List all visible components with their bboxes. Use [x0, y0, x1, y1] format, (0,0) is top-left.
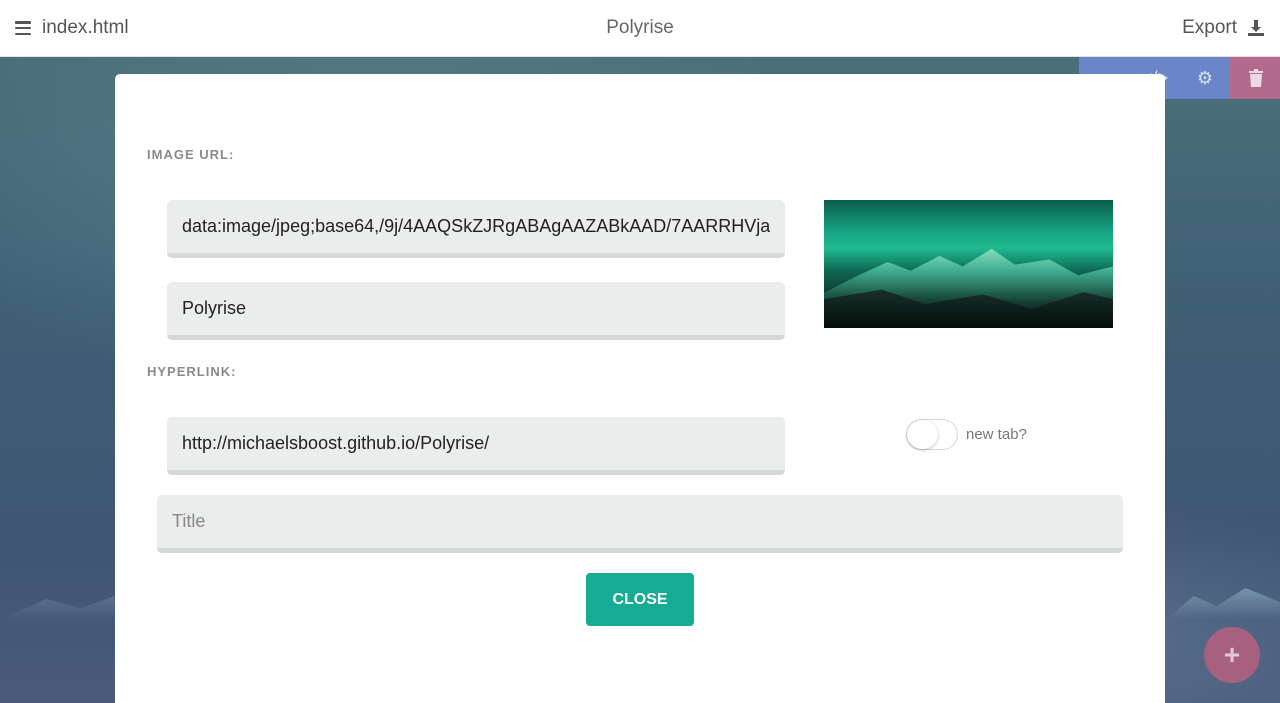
- gear-icon[interactable]: ⚙: [1180, 57, 1230, 99]
- export-button[interactable]: Export: [1182, 17, 1265, 39]
- export-label: Export: [1182, 17, 1237, 38]
- hyperlink-label: HYPERLINK:: [147, 364, 237, 379]
- new-tab-toggle-group: new tab?: [906, 419, 1027, 450]
- app-title: Polyrise: [606, 17, 674, 38]
- toggle-knob: [907, 420, 938, 449]
- trash-glyph: [1248, 69, 1263, 87]
- plus-icon: +: [1223, 639, 1241, 670]
- trash-icon[interactable]: [1230, 57, 1280, 99]
- image-alt-input[interactable]: [182, 298, 770, 319]
- hyperlink-input[interactable]: [182, 433, 770, 454]
- hyperlink-field[interactable]: [167, 417, 785, 475]
- new-tab-label: new tab?: [966, 426, 1027, 443]
- new-tab-toggle[interactable]: [906, 419, 958, 450]
- title-field[interactable]: [157, 495, 1123, 553]
- add-block-button[interactable]: +: [1204, 627, 1260, 683]
- title-input[interactable]: [172, 511, 1108, 532]
- image-settings-modal: IMAGE URL: HYPERLINK: new tab? CLOSE: [115, 74, 1165, 703]
- image-url-input[interactable]: [182, 216, 770, 237]
- image-preview: [824, 200, 1113, 328]
- download-icon: [1248, 20, 1264, 36]
- image-alt-field[interactable]: [167, 282, 785, 340]
- top-bar: index.html Polyrise Export: [0, 0, 1280, 57]
- image-url-field[interactable]: [167, 200, 785, 258]
- close-button[interactable]: CLOSE: [586, 573, 694, 626]
- image-url-label: IMAGE URL:: [147, 147, 235, 162]
